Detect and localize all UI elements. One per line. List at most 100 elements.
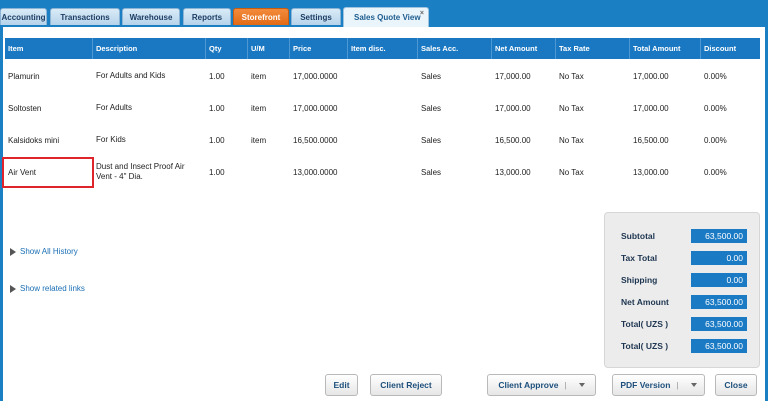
chevron-down-icon[interactable] <box>578 383 585 387</box>
tab-accounting[interactable]: Accounting <box>0 8 47 25</box>
button-label: Edit <box>333 380 350 390</box>
separator: | <box>564 380 567 390</box>
button-label: PDF Version <box>620 380 671 390</box>
column-header-um[interactable]: U/M <box>248 38 290 59</box>
cell-um: item <box>251 71 267 81</box>
cell-description: For Adults <box>93 92 206 124</box>
total-row: Total( UZS ) 63,500.00 <box>605 339 761 355</box>
tab-label: Sales Quote View <box>354 13 421 22</box>
show-related-links-link[interactable]: Show related links <box>10 284 85 293</box>
column-header-item[interactable]: Item <box>5 38 93 59</box>
client-reject-button[interactable]: Client Reject <box>370 374 442 396</box>
cell-total-amount: 16,500.00 <box>633 135 669 145</box>
column-header-qty[interactable]: Qty <box>206 38 248 59</box>
subtotal-row: Subtotal 63,500.00 <box>605 229 761 245</box>
cell-net-amount: 13,000.00 <box>495 167 531 177</box>
cell-um: item <box>251 103 267 113</box>
cell-price: 16,500.0000 <box>293 135 338 145</box>
client-approve-button[interactable]: Client Approve | <box>487 374 596 396</box>
shipping-row: Shipping 0.00 <box>605 273 761 289</box>
cell-discount: 0.00% <box>704 135 727 145</box>
column-header-description[interactable]: Description <box>93 38 206 59</box>
link-label: Show related links <box>20 284 85 293</box>
cell-item: Soltosten <box>8 103 42 113</box>
cell-item: Plamurin <box>8 71 40 81</box>
cell-item-disc <box>348 124 351 156</box>
tax-total-value: 0.00 <box>691 251 747 265</box>
column-header-price[interactable]: Price <box>290 38 348 59</box>
cell-um: item <box>251 135 267 145</box>
cell-qty: 1.00 <box>209 167 225 177</box>
close-tab-icon[interactable]: × <box>420 10 424 17</box>
cell-sales-acc: Sales <box>421 167 442 177</box>
description-text: For Adults <box>96 103 133 112</box>
description-text: Vent - 4" Dia. <box>96 172 143 181</box>
cell-item-disc <box>348 60 351 92</box>
table-row[interactable]: Air Vent Dust and Insect Proof Air Vent … <box>5 156 760 188</box>
net-amount-row: Net Amount 63,500.00 <box>605 295 761 311</box>
cell-tax-rate: No Tax <box>559 103 584 113</box>
separator: | <box>676 380 679 390</box>
cell-um <box>248 156 251 188</box>
tab-label: Accounting <box>1 12 46 22</box>
net-amount-value: 63,500.00 <box>691 295 747 309</box>
net-amount-label: Net Amount <box>621 297 669 307</box>
tab-storefront[interactable]: Storefront <box>233 8 289 25</box>
cell-price: 13,000.0000 <box>293 167 338 177</box>
cell-tax-rate: No Tax <box>559 167 584 177</box>
expand-arrow-icon <box>10 284 16 293</box>
description-text: For Kids <box>96 135 126 144</box>
chevron-down-icon[interactable] <box>690 383 697 387</box>
subtotal-label: Subtotal <box>621 231 655 241</box>
pdf-version-button[interactable]: PDF Version | <box>612 374 705 396</box>
cell-sales-acc: Sales <box>421 71 442 81</box>
tab-label: Reports <box>191 12 223 22</box>
tab-label: Storefront <box>241 12 281 22</box>
cell-net-amount: 16,500.00 <box>495 135 531 145</box>
edit-button[interactable]: Edit <box>325 374 358 396</box>
column-header-net-amount[interactable]: Net Amount <box>492 38 556 59</box>
table-header: Item Description Qty U/M Price Item disc… <box>5 38 760 59</box>
column-header-total-amount[interactable]: Total Amount <box>630 38 701 59</box>
cell-item-disc <box>348 156 351 188</box>
button-label: Client Approve <box>498 380 559 390</box>
cell-net-amount: 17,000.00 <box>495 103 531 113</box>
link-label: Show All History <box>20 247 78 256</box>
cell-description: For Kids <box>93 124 206 156</box>
button-label: Close <box>724 380 748 390</box>
tax-total-row: Tax Total 0.00 <box>605 251 761 267</box>
cell-item: Kalsidoks mini <box>8 135 60 145</box>
table-row[interactable]: Plamurin For Adults and Kids 1.00 item 1… <box>5 60 760 92</box>
cell-qty: 1.00 <box>209 71 225 81</box>
tab-transactions[interactable]: Transactions <box>50 8 120 25</box>
show-all-history-link[interactable]: Show All History <box>10 247 78 256</box>
total-label: Total( UZS ) <box>621 341 669 351</box>
table-row[interactable]: Kalsidoks mini For Kids 1.00 item 16,500… <box>5 124 760 156</box>
column-header-tax-rate[interactable]: Tax Rate <box>556 38 630 59</box>
totals-panel: Subtotal 63,500.00 Tax Total 0.00 Shippi… <box>604 212 760 368</box>
tab-sales-quote-view[interactable]: Sales Quote View × <box>343 7 429 27</box>
cell-tax-rate: No Tax <box>559 135 584 145</box>
close-button[interactable]: Close <box>715 374 757 396</box>
total-value: 63,500.00 <box>691 317 747 331</box>
shipping-label: Shipping <box>621 275 658 285</box>
tab-warehouse[interactable]: Warehouse <box>122 8 180 25</box>
cell-discount: 0.00% <box>704 103 727 113</box>
highlight-box <box>2 157 94 188</box>
column-header-sales-acc[interactable]: Sales Acc. <box>418 38 492 59</box>
cell-net-amount: 17,000.00 <box>495 71 531 81</box>
tab-settings[interactable]: Settings <box>291 8 341 25</box>
subtotal-value: 63,500.00 <box>691 229 747 243</box>
expand-arrow-icon <box>10 247 16 256</box>
column-header-item-disc[interactable]: Item disc. <box>348 38 418 59</box>
column-header-discount[interactable]: Discount <box>701 38 760 59</box>
button-label: Client Reject <box>380 380 432 390</box>
tab-label: Warehouse <box>129 12 173 22</box>
cell-sales-acc: Sales <box>421 135 442 145</box>
shipping-value: 0.00 <box>691 273 747 287</box>
tab-reports[interactable]: Reports <box>183 8 231 25</box>
cell-discount: 0.00% <box>704 71 727 81</box>
total-row: Total( UZS ) 63,500.00 <box>605 317 761 333</box>
table-row[interactable]: Soltosten For Adults 1.00 item 17,000.00… <box>5 92 760 124</box>
cell-qty: 1.00 <box>209 103 225 113</box>
